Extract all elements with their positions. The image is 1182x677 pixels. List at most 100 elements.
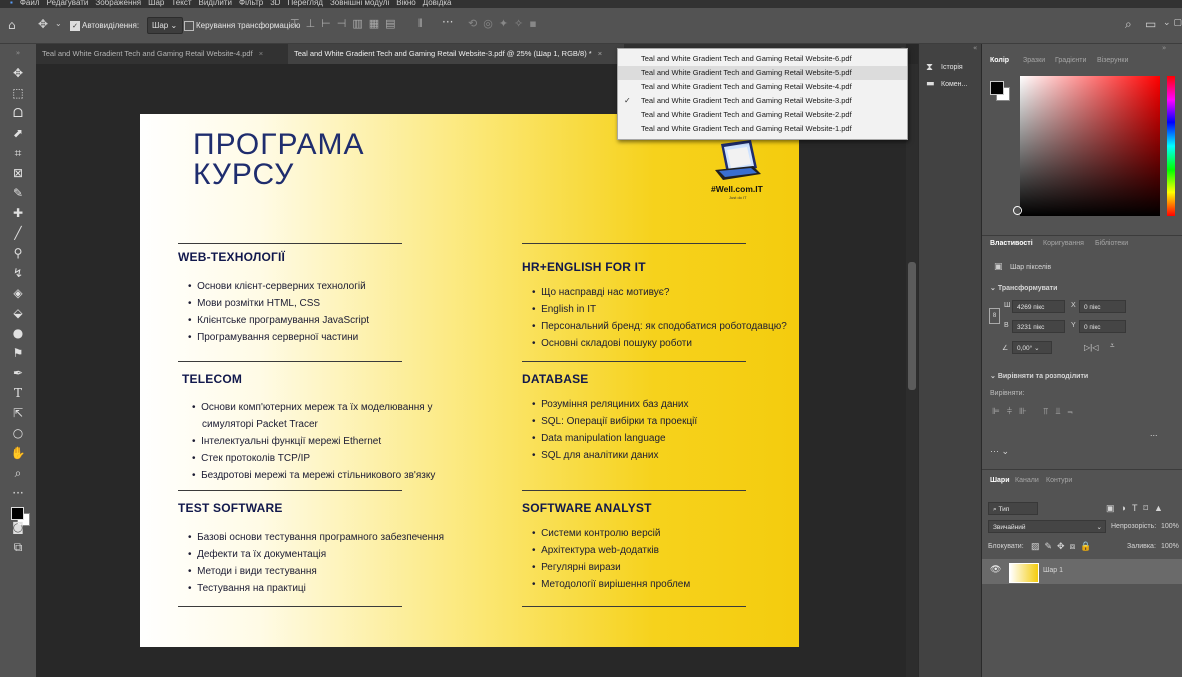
- move-tool-icon[interactable]: ✥: [9, 64, 27, 82]
- path-selection-icon[interactable]: ⇱: [9, 404, 27, 422]
- layer-row[interactable]: 👁 Шар 1: [982, 559, 1182, 584]
- auto-select-checkbox[interactable]: ✓: [70, 21, 80, 31]
- hue-slider[interactable]: [1167, 76, 1175, 216]
- brush-tool-icon[interactable]: ╱: [9, 224, 27, 242]
- healing-brush-icon[interactable]: ✚: [9, 204, 27, 222]
- frame-tool-icon[interactable]: ⊠: [9, 164, 27, 182]
- shape-tool-icon[interactable]: ○: [9, 424, 27, 442]
- tab-paths[interactable]: Контури: [1046, 477, 1072, 484]
- menu-item[interactable]: Перегляд: [287, 0, 323, 7]
- flip-horizontal-icon[interactable]: ▷|◁: [1084, 343, 1098, 352]
- type-tool-icon[interactable]: T: [9, 384, 27, 402]
- menu-item[interactable]: Файл: [20, 0, 40, 7]
- layer-filter-icons[interactable]: ▣◑T⌑▲: [1106, 503, 1169, 514]
- layer-name[interactable]: Шар 1: [1043, 567, 1063, 574]
- eyedropper-tool-icon[interactable]: ✎: [9, 184, 27, 202]
- tab-color[interactable]: Колір: [990, 57, 1009, 64]
- tab-properties[interactable]: Властивості: [990, 240, 1033, 247]
- tab-document-4[interactable]: Teal and White Gradient Tech and Gaming …: [36, 44, 292, 64]
- transform-section-header[interactable]: ⌄ Трансформувати: [990, 284, 1057, 292]
- menu-item[interactable]: Виділити: [198, 0, 232, 7]
- clone-stamp-icon[interactable]: ⚲: [9, 244, 27, 262]
- transform-controls-checkbox[interactable]: [184, 21, 194, 31]
- paint-bucket-icon[interactable]: ⬙: [9, 304, 27, 322]
- search-icon[interactable]: ⌕: [1125, 17, 1132, 32]
- move-tool-icon[interactable]: ✥: [38, 17, 48, 31]
- comments-panel-button[interactable]: Комен...: [941, 81, 967, 88]
- align-buttons[interactable]: ⊫⫩⊪ ⫪⫫⫬: [992, 406, 1080, 417]
- more-options-icon[interactable]: ...: [1150, 428, 1158, 438]
- dropdown-item[interactable]: Teal and White Gradient Tech and Gaming …: [618, 66, 907, 80]
- opacity-value[interactable]: 100%: [1161, 523, 1179, 530]
- angle-field[interactable]: 0,00° ⌄: [1012, 341, 1052, 354]
- color-picker-field[interactable]: [1020, 76, 1160, 216]
- tab-layers[interactable]: Шари: [990, 477, 1010, 484]
- quick-select-tool-icon[interactable]: ⬈: [9, 124, 27, 142]
- collapse-panel-icon[interactable]: «: [973, 44, 977, 52]
- comments-icon[interactable]: ▬: [926, 79, 935, 89]
- pen-tool-icon[interactable]: ✒: [9, 364, 27, 382]
- marquee-tool-icon[interactable]: ⬚: [9, 84, 27, 102]
- flip-vertical-icon[interactable]: ⩡: [1110, 341, 1115, 351]
- auto-select-dropdown[interactable]: Шар ⌄: [147, 17, 183, 34]
- edit-toolbar-icon[interactable]: ···: [9, 484, 27, 502]
- tab-gradients[interactable]: Градієнти: [1055, 57, 1086, 64]
- align-icons-group[interactable]: ⊤⊥⊢⊣▥▦▤: [290, 17, 402, 30]
- scrollbar-thumb[interactable]: [908, 262, 916, 390]
- menu-item[interactable]: Шар: [148, 0, 164, 7]
- menu-item[interactable]: Зовнішні модулі: [330, 0, 389, 7]
- height-field[interactable]: 3231 пікс: [1012, 320, 1065, 333]
- quick-mask-icon[interactable]: ◙: [9, 518, 27, 536]
- collapse-toolbar-icon[interactable]: »: [9, 44, 27, 62]
- chevron-down-icon[interactable]: ⌄: [55, 19, 62, 28]
- dropdown-item[interactable]: Teal and White Gradient Tech and Gaming …: [618, 122, 907, 136]
- menu-item[interactable]: Редагувати: [47, 0, 89, 7]
- history-icon[interactable]: ⧗: [926, 62, 933, 73]
- blend-mode-dropdown[interactable]: Звичайний ⌄: [988, 520, 1106, 533]
- menu-item[interactable]: 3D: [270, 0, 280, 7]
- visibility-eye-icon[interactable]: 👁: [990, 565, 1001, 575]
- zoom-tool-icon[interactable]: ⌕: [9, 464, 27, 482]
- dodge-tool-icon[interactable]: ⚑: [9, 344, 27, 362]
- workspace-icon[interactable]: ▭: [1145, 17, 1156, 31]
- history-brush-icon[interactable]: ↯: [9, 264, 27, 282]
- blur-tool-icon[interactable]: ●: [9, 324, 27, 342]
- menu-item[interactable]: Зображення: [95, 0, 141, 7]
- y-field[interactable]: 0 пікс: [1079, 320, 1126, 333]
- layer-filter-dropdown[interactable]: ⌕ Тип: [988, 502, 1038, 515]
- more-options-icon[interactable]: ···: [442, 15, 453, 29]
- dropdown-item[interactable]: Teal and White Gradient Tech and Gaming …: [618, 52, 907, 66]
- menu-item[interactable]: Довідка: [423, 0, 452, 7]
- width-field[interactable]: 4269 пікс: [1012, 300, 1065, 313]
- tab-adjustments[interactable]: Коригування: [1043, 240, 1084, 247]
- dropdown-item[interactable]: Teal and White Gradient Tech and Gaming …: [618, 108, 907, 122]
- fill-value[interactable]: 100%: [1161, 543, 1179, 550]
- x-field[interactable]: 0 пікс: [1079, 300, 1126, 313]
- dropdown-item[interactable]: ✓ Teal and White Gradient Tech and Gaming…: [618, 94, 907, 108]
- menu-item[interactable]: Текст: [171, 0, 191, 7]
- more-options-icon[interactable]: ··· ⌄: [990, 446, 1009, 457]
- dropdown-item[interactable]: Teal and White Gradient Tech and Gaming …: [618, 80, 907, 94]
- color-picker-handle[interactable]: [1013, 206, 1022, 215]
- hand-tool-icon[interactable]: ✋: [9, 444, 27, 462]
- lasso-tool-icon[interactable]: ᗝ: [9, 104, 27, 122]
- align-section-header[interactable]: ⌄ Вирівняти та розподілити: [990, 372, 1088, 380]
- tab-document-3[interactable]: Teal and White Gradient Tech and Gaming …: [288, 44, 624, 64]
- close-icon[interactable]: ×: [259, 49, 263, 58]
- workspace-dropdown-icon[interactable]: ⌄ ▢: [1163, 18, 1182, 28]
- lock-icons[interactable]: ▨✎✥⧈🔒: [1031, 541, 1097, 552]
- tab-channels[interactable]: Канали: [1015, 477, 1039, 484]
- tab-libraries[interactable]: Бібліотеки: [1095, 240, 1128, 247]
- close-icon[interactable]: ×: [598, 49, 602, 58]
- distribute-icon[interactable]: ⫴: [418, 17, 423, 31]
- link-icon[interactable]: 8: [989, 308, 1000, 324]
- collapse-panel-icon[interactable]: »: [1162, 44, 1166, 52]
- crop-tool-icon[interactable]: ⌗: [9, 144, 27, 162]
- tab-swatches[interactable]: Зразки: [1023, 57, 1045, 64]
- 3d-mode-icons[interactable]: ⟲◎✦✧▪: [468, 17, 543, 30]
- home-icon[interactable]: ⌂: [8, 18, 16, 32]
- tab-patterns[interactable]: Візерунки: [1097, 57, 1128, 64]
- menu-item[interactable]: Фільтр: [239, 0, 263, 7]
- history-panel-button[interactable]: Історія: [941, 64, 963, 71]
- screen-mode-icon[interactable]: ⧉: [9, 538, 27, 556]
